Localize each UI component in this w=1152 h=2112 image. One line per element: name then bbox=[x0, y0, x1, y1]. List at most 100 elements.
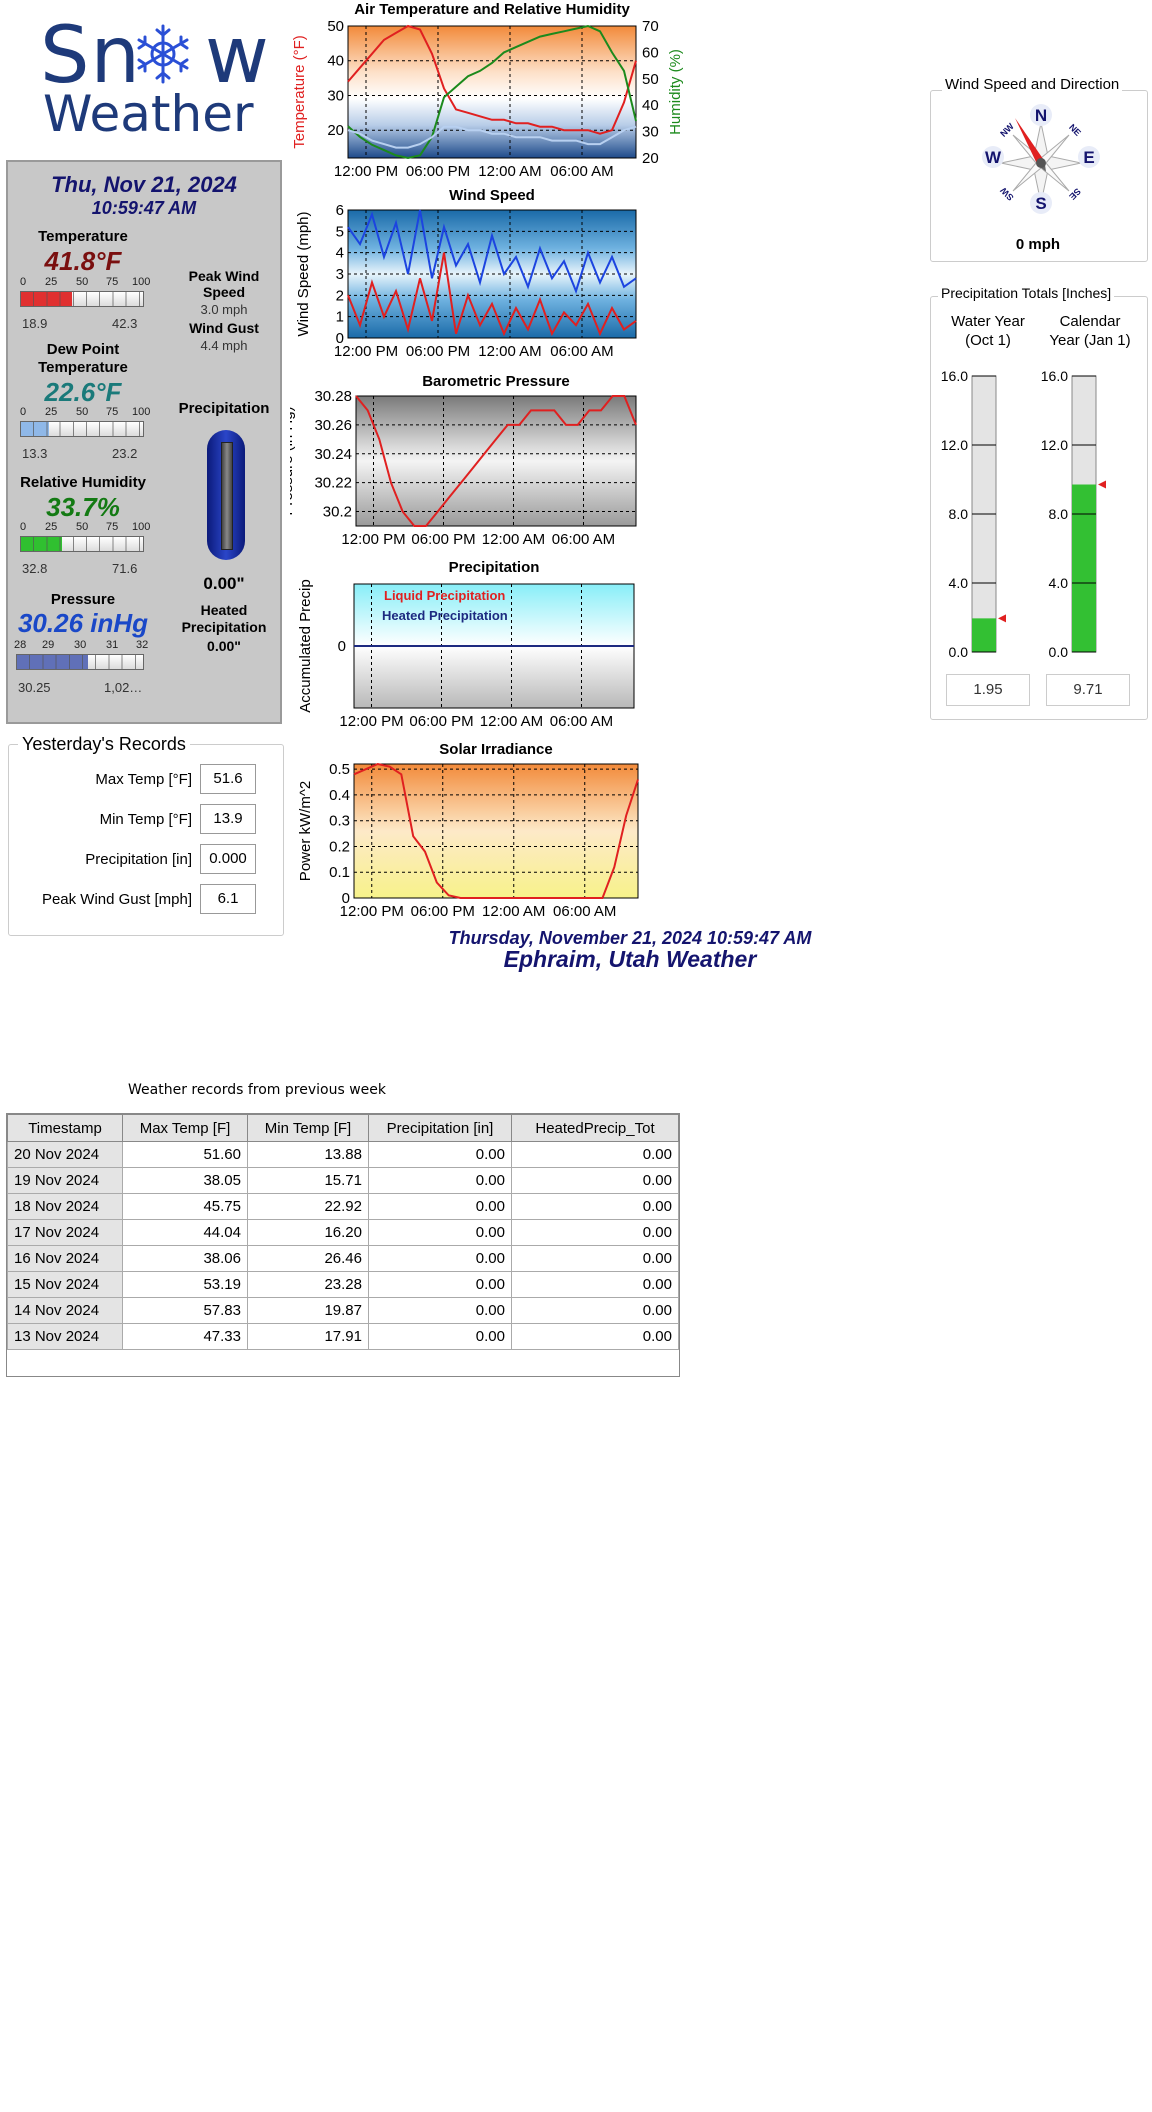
pressure-value: 30.26 inHg bbox=[17, 608, 149, 638]
wind-gust-value: 4.4 mph bbox=[200, 338, 248, 353]
y2-tick-label: 20 bbox=[642, 150, 659, 167]
needle-hub bbox=[1036, 158, 1046, 168]
chart-3: Barometric Pressure 12:00 PM 06:00 PM 12:00… bbox=[290, 373, 637, 548]
y-tick-label: 30.22 bbox=[314, 475, 352, 492]
chart-5: Solar Irradiance12:00 PM 06:00 PM 12:00 AM… bbox=[297, 741, 639, 920]
y2-tick-label: 60 bbox=[642, 44, 659, 61]
col-precipitation[interactable]: Precipitation [in] bbox=[368, 1114, 512, 1142]
precip-label: Precipitation bbox=[178, 400, 270, 417]
pressure-bar bbox=[16, 654, 144, 670]
gauge-tick-label: 0.0 bbox=[949, 644, 969, 660]
x-tick-label: 12:00 AM bbox=[482, 531, 545, 548]
rec-gust-label: Peak Wind Gust [mph] bbox=[41, 891, 192, 908]
row-cell: 0.00 bbox=[368, 1193, 512, 1220]
row-cell: 0.00 bbox=[368, 1245, 512, 1272]
x-tick-label: 06:00 PM bbox=[409, 713, 473, 730]
row-cell: 15.71 bbox=[247, 1167, 369, 1194]
x-tick-label: 06:00 PM bbox=[406, 163, 470, 180]
x-tick-label: 12:00 AM bbox=[482, 903, 545, 920]
col-min-temp[interactable]: Min Temp [F] bbox=[247, 1114, 369, 1142]
y-tick-label: 30.2 bbox=[323, 504, 352, 521]
row-timestamp: 18 Nov 2024 bbox=[7, 1193, 123, 1220]
y-tick-label: 30.24 bbox=[314, 446, 352, 463]
calendar-year-label: Calendar Year (Jan 1) bbox=[1049, 313, 1131, 349]
row-timestamp: 16 Nov 2024 bbox=[7, 1245, 123, 1272]
row-cell: 0.00 bbox=[368, 1219, 512, 1246]
water-year-label: Water Year (Oct 1) bbox=[951, 313, 1025, 349]
gauge-fill bbox=[1072, 484, 1096, 652]
row-cell: 13.88 bbox=[247, 1141, 369, 1168]
row-cell: 0.00 bbox=[368, 1271, 512, 1298]
row-cell: 23.28 bbox=[247, 1271, 369, 1298]
rec-precip-value: 0.000 bbox=[200, 844, 256, 874]
y-tick-label: 4 bbox=[336, 245, 344, 262]
y-tick-label: 3 bbox=[336, 266, 344, 283]
y-tick-label: 0 bbox=[338, 638, 346, 655]
table-header-row: Timestamp Max Temp [F] Min Temp [F] Prec… bbox=[7, 1114, 679, 1142]
row-cell: 38.05 bbox=[122, 1167, 248, 1194]
current-date: Thu, Nov 21, 2024 bbox=[51, 172, 237, 197]
y-tick-label: 0 bbox=[342, 890, 350, 907]
yesterday-records-title: Yesterday's Records bbox=[18, 734, 190, 755]
compass-ne-label: NE bbox=[1067, 122, 1083, 138]
gauge-fill bbox=[972, 618, 996, 652]
row-cell: 0.00 bbox=[511, 1219, 679, 1246]
humidity-label: Relative Humidity bbox=[20, 474, 146, 491]
row-timestamp: 13 Nov 2024 bbox=[7, 1323, 123, 1350]
y2-tick-label: 50 bbox=[642, 71, 659, 88]
col-timestamp[interactable]: Timestamp bbox=[7, 1114, 123, 1142]
humidity-max: 71.6 bbox=[112, 561, 138, 576]
chart-4: Precipitation 12:00 PM 06:00 PM 12:00 AM 06:… bbox=[297, 559, 635, 730]
table-row: 18 Nov 2024 45.75 22.92 0.00 0.00 bbox=[7, 1193, 679, 1220]
row-cell: 38.06 bbox=[122, 1245, 248, 1272]
y2-tick-label: 70 bbox=[642, 18, 659, 35]
dewpoint-bar bbox=[20, 421, 144, 437]
row-timestamp: 19 Nov 2024 bbox=[7, 1167, 123, 1194]
footer-location: Ephraim, Utah Weather bbox=[503, 946, 757, 972]
y-tick-label: 0.5 bbox=[329, 761, 350, 778]
plot-background bbox=[348, 26, 636, 158]
gauge-tick-label: 8.0 bbox=[1049, 506, 1069, 522]
compass-sw-label: SW bbox=[998, 185, 1016, 203]
y-axis-label: Power kW/m^2 bbox=[297, 781, 314, 881]
temperature-label: Temperature bbox=[38, 228, 128, 245]
row-cell: 0.00 bbox=[368, 1141, 512, 1168]
row-cell: 0.00 bbox=[511, 1193, 679, 1220]
water-year-value: 1.95 bbox=[946, 674, 1030, 706]
yesterday-records-rows: Max Temp [°F] 51.6 Min Temp [°F] 13.9 Pr… bbox=[8, 764, 282, 924]
y-tick-label: 30.28 bbox=[314, 388, 352, 405]
legend-heated: Heated Precipitation bbox=[382, 608, 508, 623]
row-timestamp: 20 Nov 2024 bbox=[7, 1141, 123, 1168]
dewpoint-scale: 0 25 50 75 100 bbox=[20, 406, 151, 418]
compass-se-label: SE bbox=[1067, 186, 1083, 202]
x-tick-label: 06:00 AM bbox=[552, 531, 615, 548]
heated-precip-label: Heated Precipitation bbox=[181, 602, 267, 635]
wind-gust-label: Wind Gust bbox=[189, 320, 259, 336]
pressure-scale: 28 29 30 31 32 bbox=[14, 639, 149, 651]
pressure-min: 30.25 bbox=[18, 680, 51, 695]
weekly-records-table: Timestamp Max Temp [F] Min Temp [F] Prec… bbox=[7, 1114, 679, 1350]
humidity-bar bbox=[20, 536, 144, 552]
plot-background bbox=[354, 646, 634, 708]
row-cell: 53.19 bbox=[122, 1271, 248, 1298]
rec-max-temp-label: Max Temp [°F] bbox=[95, 771, 192, 788]
humidity-min: 32.8 bbox=[22, 561, 48, 576]
gauge-tick-label: 4.0 bbox=[1049, 575, 1069, 591]
row-cell: 44.04 bbox=[122, 1219, 248, 1246]
y2-tick-label: 30 bbox=[642, 124, 659, 141]
legend-liquid: Liquid Precipitation bbox=[384, 588, 505, 603]
col-max-temp[interactable]: Max Temp [F] bbox=[122, 1114, 248, 1142]
x-tick-label: 06:00 AM bbox=[553, 903, 616, 920]
chart-title: Precipitation bbox=[449, 559, 540, 576]
table-row: 16 Nov 2024 38.06 26.46 0.00 0.00 bbox=[7, 1245, 679, 1272]
row-cell: 0.00 bbox=[511, 1245, 679, 1272]
y-tick-label: 0.1 bbox=[329, 864, 350, 881]
y-tick-label: 5 bbox=[336, 223, 344, 240]
humidity-scale: 0 25 50 75 100 bbox=[20, 521, 151, 533]
y-tick-label: 40 bbox=[327, 53, 344, 70]
row-cell: 22.92 bbox=[247, 1193, 369, 1220]
x-tick-label: 06:00 AM bbox=[550, 343, 613, 360]
row-timestamp: 14 Nov 2024 bbox=[7, 1297, 123, 1324]
x-tick-label: 06:00 AM bbox=[550, 163, 613, 180]
col-heated-precip[interactable]: HeatedPrecip_Tot bbox=[511, 1114, 679, 1142]
